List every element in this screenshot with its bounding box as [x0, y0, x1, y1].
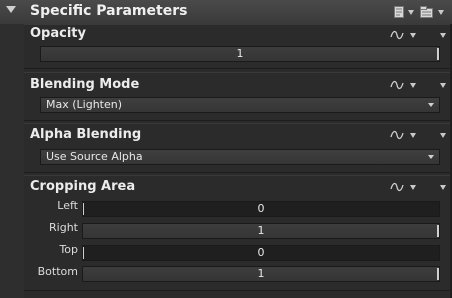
page-dropdown-caret-icon[interactable] — [408, 10, 414, 15]
section-divider — [24, 72, 452, 73]
menu-caret-icon[interactable] — [410, 133, 416, 138]
crop-left-field[interactable]: 0 — [82, 201, 440, 217]
chevron-down-icon — [428, 103, 434, 107]
slider-max-marker — [437, 225, 439, 237]
alpha-blending-value: Use Source Alpha — [46, 150, 143, 163]
section-divider — [24, 290, 452, 291]
slider-min-marker — [83, 247, 84, 259]
slider-max-marker — [437, 48, 439, 60]
crop-right-field[interactable]: 1 — [82, 223, 440, 239]
cropping-area-title: Cropping Area — [30, 179, 136, 194]
expand-caret-icon[interactable] — [440, 185, 446, 190]
link-curve-icon[interactable] — [390, 79, 404, 91]
folder-icon[interactable] — [420, 6, 433, 18]
opacity-title: Opacity — [30, 26, 86, 41]
slider-min-marker — [83, 203, 84, 215]
expand-caret-icon[interactable] — [440, 133, 446, 138]
menu-caret-icon[interactable] — [410, 33, 416, 38]
alpha-blending-select[interactable]: Use Source Alpha — [40, 149, 440, 165]
blending-mode-select[interactable]: Max (Lighten) — [40, 97, 440, 113]
blending-mode-title: Blending Mode — [30, 77, 140, 92]
section-divider — [24, 123, 452, 124]
specific-parameters-panel: Specific Parameters Opacity 1 Blending M — [0, 0, 452, 298]
left-gutter — [0, 24, 24, 298]
opacity-value: 1 — [236, 47, 244, 60]
crop-bottom-field[interactable]: 1 — [82, 266, 440, 282]
menu-caret-icon[interactable] — [410, 83, 416, 88]
expand-caret-icon[interactable] — [440, 33, 446, 38]
link-curve-icon[interactable] — [390, 129, 404, 141]
crop-left-value: 0 — [257, 202, 265, 215]
alpha-blending-title: Alpha Blending — [30, 127, 142, 142]
expand-caret-icon[interactable] — [440, 83, 446, 88]
chevron-down-icon — [428, 155, 434, 159]
panel-header[interactable]: Specific Parameters — [0, 0, 452, 25]
crop-top-field[interactable]: 0 — [82, 245, 440, 261]
crop-right-label: Right — [49, 221, 78, 234]
menu-caret-icon[interactable] — [410, 185, 416, 190]
crop-bottom-label: Bottom — [37, 265, 78, 278]
section-divider — [24, 120, 452, 121]
panel-title: Specific Parameters — [30, 3, 188, 19]
crop-top-value: 0 — [257, 246, 265, 259]
folder-dropdown-caret-icon[interactable] — [438, 10, 444, 15]
collapse-triangle-icon[interactable] — [6, 6, 16, 13]
link-curve-icon[interactable] — [390, 29, 404, 41]
crop-top-label: Top — [59, 243, 78, 256]
blending-mode-value: Max (Lighten) — [46, 98, 123, 111]
crop-left-label: Left — [57, 199, 78, 212]
link-curve-icon[interactable] — [390, 181, 404, 193]
section-divider — [24, 175, 452, 176]
opacity-slider-field[interactable]: 1 — [40, 46, 440, 62]
section-divider — [24, 24, 452, 25]
crop-right-value: 1 — [257, 224, 265, 237]
crop-bottom-value: 1 — [257, 267, 265, 280]
section-divider — [24, 172, 452, 173]
slider-max-marker — [437, 268, 439, 280]
page-icon[interactable] — [394, 6, 404, 18]
section-divider — [24, 68, 452, 69]
